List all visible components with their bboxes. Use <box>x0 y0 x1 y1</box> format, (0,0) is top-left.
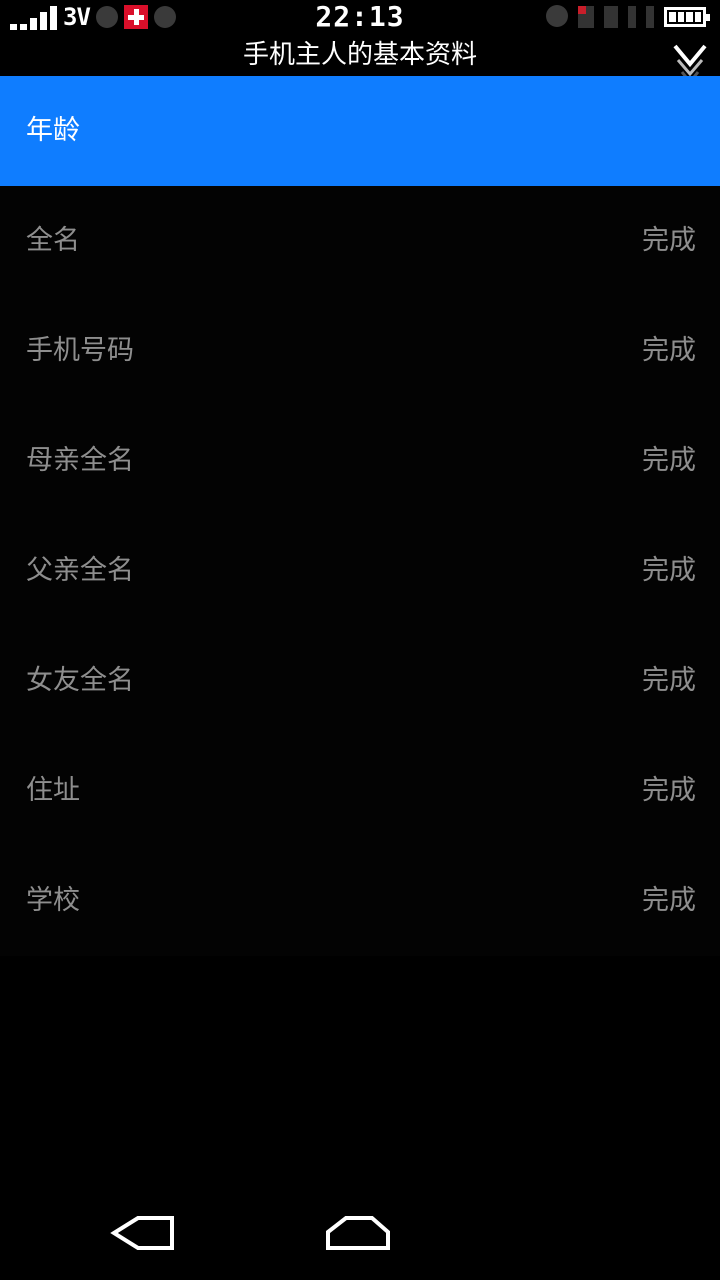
list-item-school[interactable]: 学校 完成 <box>0 846 720 956</box>
item-status: 完成 <box>642 885 696 916</box>
battery-icon <box>664 7 710 27</box>
back-icon <box>110 1216 174 1250</box>
list-item-mother-name[interactable]: 母亲全名 完成 <box>0 406 720 516</box>
home-icon <box>326 1216 390 1250</box>
list-item-father-name[interactable]: 父亲全名 完成 <box>0 516 720 626</box>
item-label: 年龄 <box>26 115 80 146</box>
list-item-phone-number[interactable]: 手机号码 完成 <box>0 296 720 406</box>
item-label: 女友全名 <box>26 665 134 696</box>
status-right <box>546 5 710 29</box>
flag-icon <box>578 6 594 28</box>
page-title: 手机主人的基本资料 <box>242 40 477 70</box>
item-label: 住址 <box>26 775 80 806</box>
item-status: 完成 <box>642 775 696 806</box>
status-bar: 3V 22:13 <box>0 0 720 34</box>
list-item-girlfriend-name[interactable]: 女友全名 完成 <box>0 626 720 736</box>
data-icon <box>646 6 654 28</box>
back-button[interactable] <box>108 1214 178 1258</box>
item-status: 完成 <box>642 665 696 696</box>
vibrate-icon <box>604 6 618 28</box>
item-label: 母亲全名 <box>26 445 134 476</box>
item-label: 全名 <box>26 225 80 256</box>
item-status: 完成 <box>642 335 696 366</box>
list-item-age[interactable]: 年龄 <box>0 76 720 186</box>
home-button[interactable] <box>324 1214 394 1258</box>
list-item-full-name[interactable]: 全名 完成 <box>0 186 720 296</box>
navigation-bar <box>0 1190 720 1280</box>
wifi-icon <box>628 6 636 28</box>
item-label: 父亲全名 <box>26 555 134 586</box>
list-item-address[interactable]: 住址 完成 <box>0 736 720 846</box>
alarm-icon <box>546 5 568 27</box>
item-status: 完成 <box>642 225 696 256</box>
item-status: 完成 <box>642 555 696 586</box>
title-bar: 手机主人的基本资料 <box>0 34 720 85</box>
item-label: 手机号码 <box>26 335 134 366</box>
item-status: 完成 <box>642 445 696 476</box>
item-label: 学校 <box>26 885 80 916</box>
profile-list: 年龄 全名 完成 手机号码 完成 母亲全名 完成 父亲全名 完成 女友全名 完成… <box>0 76 720 956</box>
